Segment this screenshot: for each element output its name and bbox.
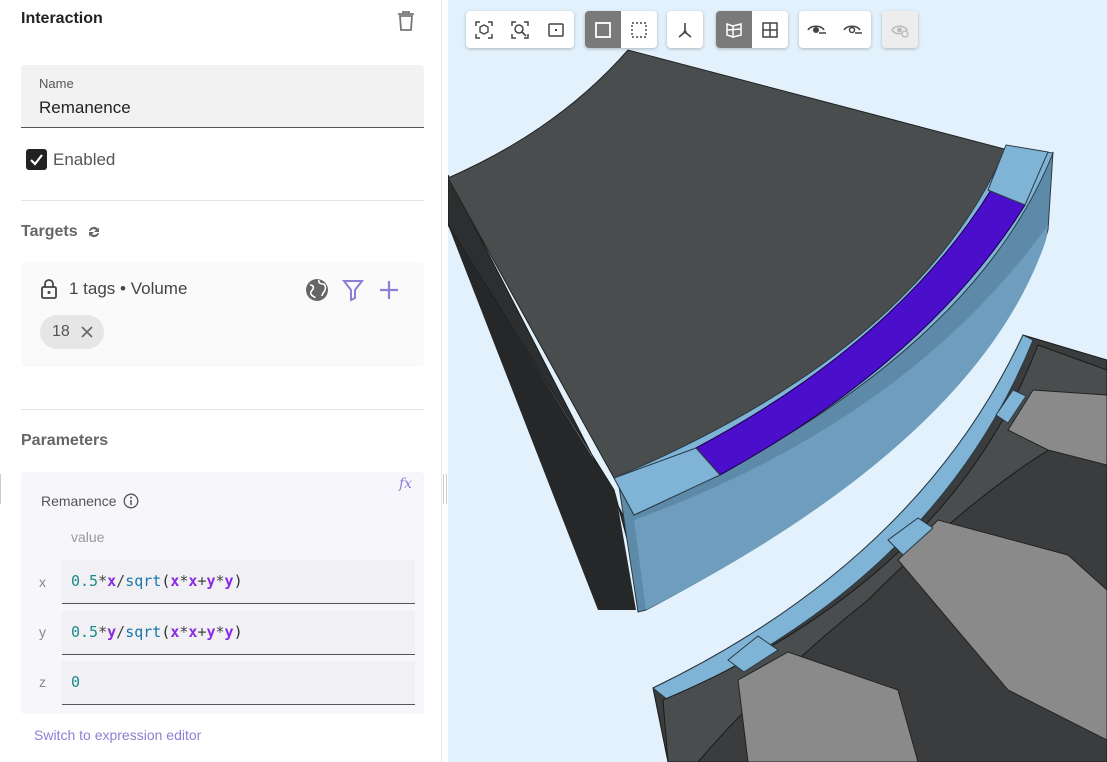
expression-x-field[interactable]: 0.5*x/sqrt(x*x+y*y)	[62, 560, 415, 604]
section-view-icon[interactable]	[716, 11, 752, 48]
selection-toolbar	[585, 11, 657, 48]
function-icon[interactable]: fx	[399, 476, 412, 492]
select-solid-icon[interactable]	[585, 11, 621, 48]
parameters-box: fx Remanence value x 0.5*x/sqrt(x*x+y*y)…	[21, 472, 424, 714]
3d-viewport[interactable]	[448, 0, 1107, 762]
globe-icon[interactable]	[304, 277, 330, 303]
view-toolbar	[466, 11, 574, 48]
frame-icon[interactable]	[538, 11, 574, 48]
show-hidden-icon[interactable]	[799, 11, 835, 48]
switch-expression-editor-link[interactable]: Switch to expression editor	[34, 727, 201, 743]
grid-view-icon[interactable]	[752, 11, 788, 48]
info-icon[interactable]	[123, 493, 139, 509]
expression-z-field[interactable]: 0	[62, 661, 415, 705]
sync-icon[interactable]	[85, 223, 103, 241]
remove-chip-icon[interactable]	[80, 325, 94, 339]
name-field-value[interactable]: Remanence	[39, 98, 131, 118]
parameters-title: Parameters	[21, 432, 109, 449]
axes-toolbar	[667, 11, 703, 48]
parameter-name: Remanence	[41, 493, 117, 509]
name-field-label: Name	[39, 76, 74, 91]
filter-icon[interactable]	[340, 277, 366, 303]
fit-view-icon[interactable]	[466, 11, 502, 48]
panel-resize-handle[interactable]	[443, 474, 447, 504]
interaction-panel: Interaction Name Remanence Enabled Targe…	[0, 0, 442, 762]
hide-selected-icon[interactable]	[835, 11, 871, 48]
axis-label-x: x	[39, 574, 46, 590]
resize-handle-left[interactable]	[0, 474, 2, 504]
select-box-icon[interactable]	[621, 11, 657, 48]
enabled-checkbox[interactable]: Enabled	[26, 149, 115, 170]
panel-title: Interaction	[21, 10, 103, 27]
axes-icon[interactable]	[667, 11, 703, 48]
disabled-toolbar	[882, 11, 918, 48]
divider	[21, 409, 424, 410]
targets-box: 1 tags • Volume 18	[21, 262, 424, 367]
delete-icon[interactable]	[396, 10, 416, 32]
divider	[21, 200, 424, 201]
targets-title: Targets	[21, 223, 78, 240]
app-root: Interaction Name Remanence Enabled Targe…	[0, 0, 1107, 762]
axis-label-y: y	[39, 624, 46, 640]
add-target-icon[interactable]	[376, 277, 402, 303]
axis-label-z: z	[39, 674, 46, 690]
target-chip-label: 18	[52, 323, 70, 340]
3d-scene[interactable]	[448, 0, 1107, 762]
targets-summary: 1 tags • Volume	[69, 279, 188, 298]
checkbox-checked-icon[interactable]	[26, 149, 47, 170]
name-field[interactable]: Name Remanence	[21, 65, 424, 128]
layout-toolbar	[716, 11, 788, 48]
target-chip[interactable]: 18	[40, 315, 104, 349]
enabled-label: Enabled	[53, 149, 116, 169]
parameter-label: Remanence	[41, 493, 139, 509]
lock-icon	[40, 279, 58, 299]
value-column-header: value	[71, 529, 105, 545]
visibility-disabled-icon	[882, 11, 918, 48]
visibility-toolbar	[799, 11, 871, 48]
expression-y-field[interactable]: 0.5*y/sqrt(x*x+y*y)	[62, 611, 415, 655]
zoom-to-selection-icon[interactable]	[502, 11, 538, 48]
